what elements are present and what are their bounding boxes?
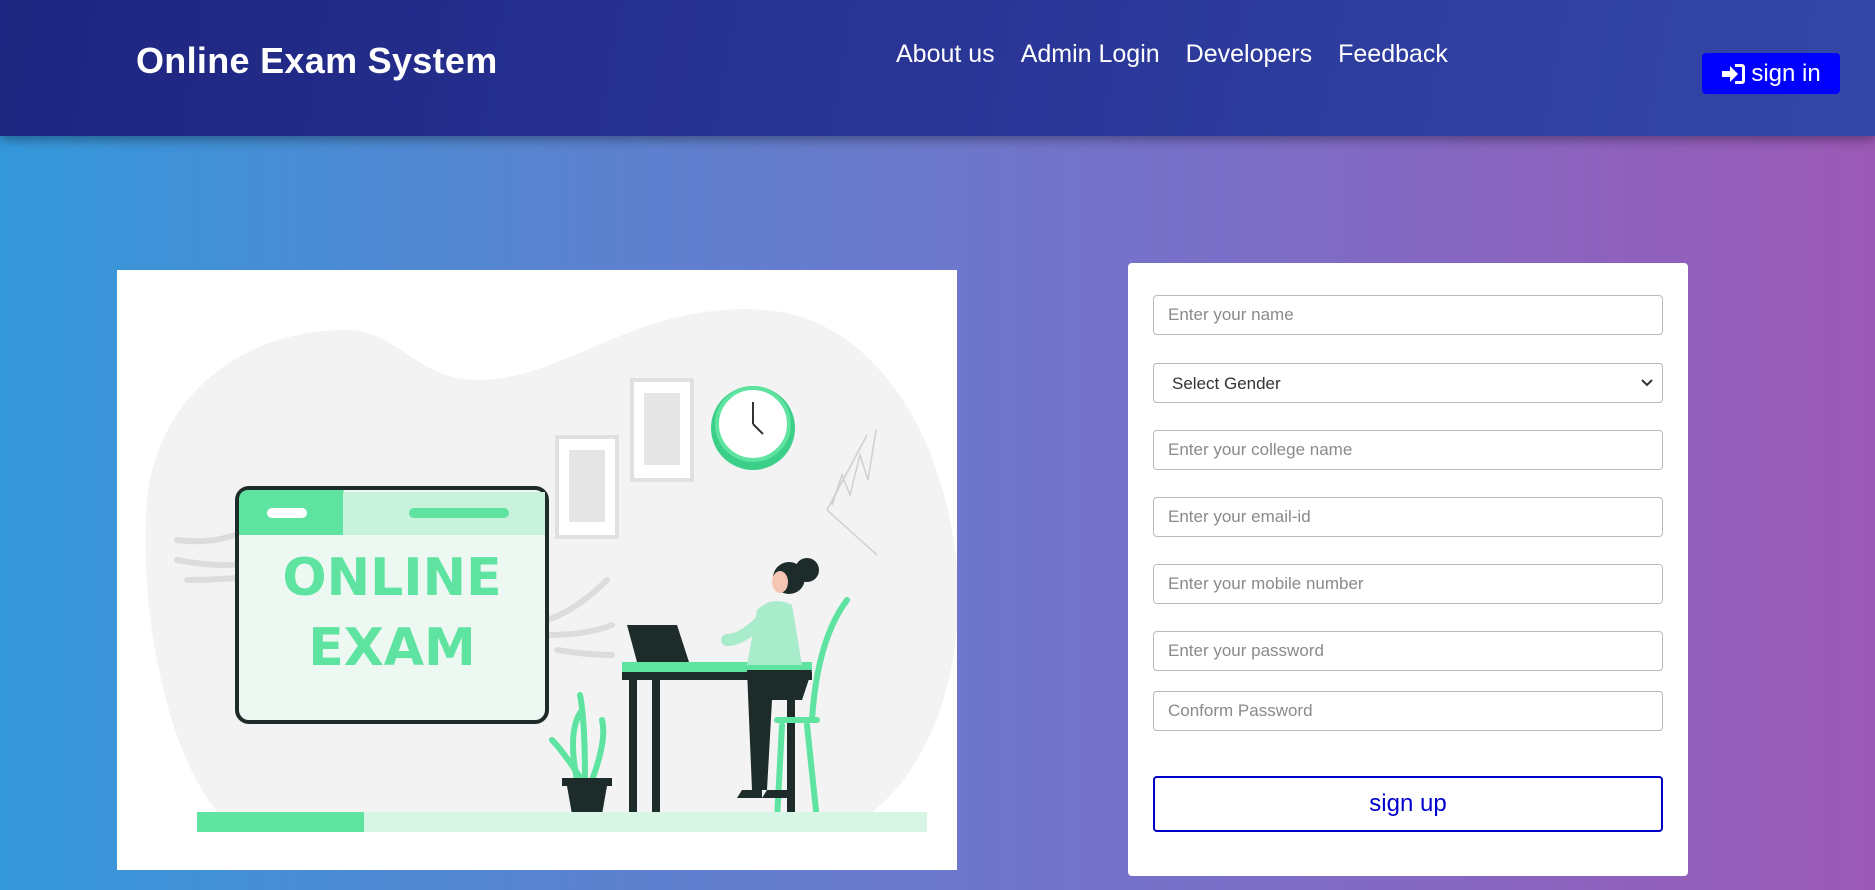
nav-links: About us Admin Login Developers Feedback (896, 40, 1448, 69)
gender-select[interactable]: Select Gender (1153, 363, 1663, 403)
floor-bar-accent (197, 812, 364, 832)
hero-illustration: ONLINE EXAM (117, 270, 959, 870)
monitor-graphic: ONLINE EXAM (235, 486, 549, 724)
clock-icon (711, 386, 795, 470)
sign-in-button[interactable]: sign in (1702, 53, 1840, 94)
sign-up-button[interactable]: sign up (1153, 776, 1663, 832)
nav-link-developers[interactable]: Developers (1186, 40, 1312, 69)
screen-text-online: ONLINE (282, 548, 501, 608)
brand-title[interactable]: Online Exam System (136, 40, 498, 82)
sign-in-label: sign in (1751, 59, 1821, 87)
screen-text-exam: EXAM (308, 618, 476, 678)
nav-link-admin-login[interactable]: Admin Login (1021, 40, 1160, 69)
signup-form: Select Gender sign up (1128, 263, 1688, 876)
confirm-password-input[interactable] (1153, 691, 1663, 731)
mobile-input[interactable] (1153, 564, 1663, 604)
password-input[interactable] (1153, 631, 1663, 671)
nav-link-feedback[interactable]: Feedback (1338, 40, 1448, 69)
nav-link-about-us[interactable]: About us (896, 40, 995, 69)
college-input[interactable] (1153, 430, 1663, 470)
navbar: Online Exam System About us Admin Login … (0, 0, 1875, 136)
email-input[interactable] (1153, 497, 1663, 537)
name-input[interactable] (1153, 295, 1663, 335)
sign-in-icon (1722, 63, 1746, 84)
